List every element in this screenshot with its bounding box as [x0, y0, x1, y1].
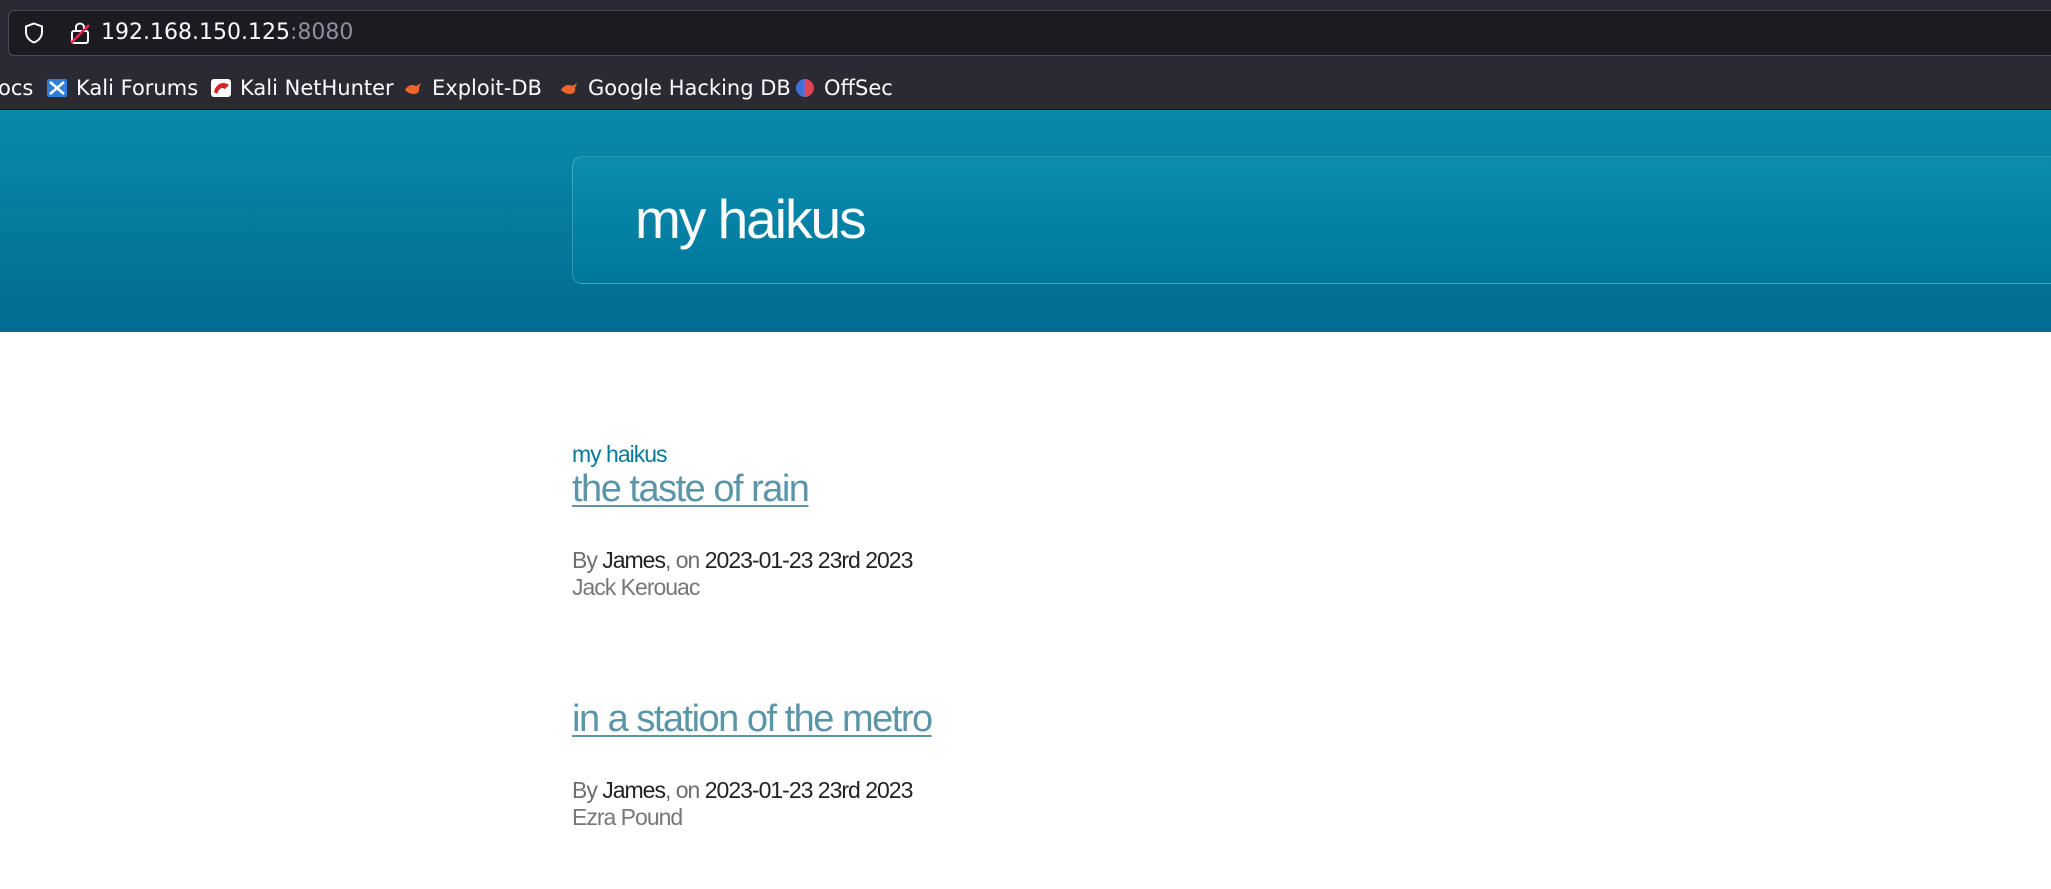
post-meta: By James, on 2023-01-23 23rd 2023 [572, 776, 932, 804]
post-meta: By James, on 2023-01-23 23rd 2023 [572, 546, 914, 574]
bookmark-kali-forums[interactable]: Kali Forums [46, 67, 198, 109]
bookmark-label: Exploit-DB [432, 76, 542, 100]
post-by-label: By [572, 777, 598, 803]
bookmark-label: Kali NetHunter [240, 76, 394, 100]
site-header: my haikus [0, 110, 2051, 332]
tracking-protection-shield-icon[interactable] [23, 22, 45, 44]
bookmarks-toolbar: ocs Kali Forums Kali NetHunter Exploit-D… [0, 67, 2051, 110]
bookmark-kali-nethunter[interactable]: Kali NetHunter [210, 67, 394, 109]
post-item: in a station of the metro By James, on 2… [572, 696, 933, 830]
exploit-db-icon [405, 83, 421, 94]
address-bar[interactable]: 192.168.150.125:8080 [8, 10, 2051, 56]
post-title-link[interactable]: in a station of the metro [572, 696, 933, 742]
post-title-link[interactable]: the taste of rain [572, 466, 810, 512]
post-on-label: , on [664, 547, 700, 573]
url-host: 192.168.150.125 [101, 20, 290, 45]
blog-home-link[interactable]: my haikus [572, 440, 1772, 468]
browser-toolbar: 192.168.150.125:8080 [0, 0, 2051, 67]
insecure-lock-icon[interactable] [69, 21, 91, 45]
site-title: my haikus [635, 188, 867, 250]
post-item: the taste of rain By James, on 2023-01-2… [572, 466, 914, 600]
post-on-label: , on [664, 777, 700, 803]
ghdb-icon [561, 83, 577, 94]
post-by-label: By [572, 547, 598, 573]
post-date: 2023-01-23 23rd 2023 [704, 777, 914, 803]
post-author: James [602, 777, 666, 803]
kali-forums-icon [47, 79, 67, 97]
bookmark-exploit-db[interactable]: Exploit-DB [402, 67, 542, 109]
post-excerpt: Ezra Pound [572, 804, 683, 830]
bookmark-label: Google Hacking DB [588, 76, 791, 100]
post-excerpt: Jack Kerouac [572, 574, 700, 600]
offsec-icon [796, 79, 814, 97]
bookmark-label: OffSec [824, 76, 893, 100]
post-list: my haikus the taste of rain By James, on… [572, 440, 1772, 830]
bookmark-label: Kali Forums [76, 76, 199, 100]
bookmark-google-hacking-db[interactable]: Google Hacking DB [558, 67, 791, 109]
bookmark-label: ocs [0, 76, 34, 100]
site-header-box: my haikus [572, 156, 2051, 284]
kali-nethunter-icon [211, 79, 231, 97]
post-author: James [602, 547, 666, 573]
url-text[interactable]: 192.168.150.125:8080 [101, 20, 353, 46]
url-port: :8080 [289, 20, 354, 45]
bookmark-docs[interactable]: ocs [0, 67, 33, 109]
post-date: 2023-01-23 23rd 2023 [704, 547, 914, 573]
bookmark-offsec[interactable]: OffSec [794, 67, 893, 109]
